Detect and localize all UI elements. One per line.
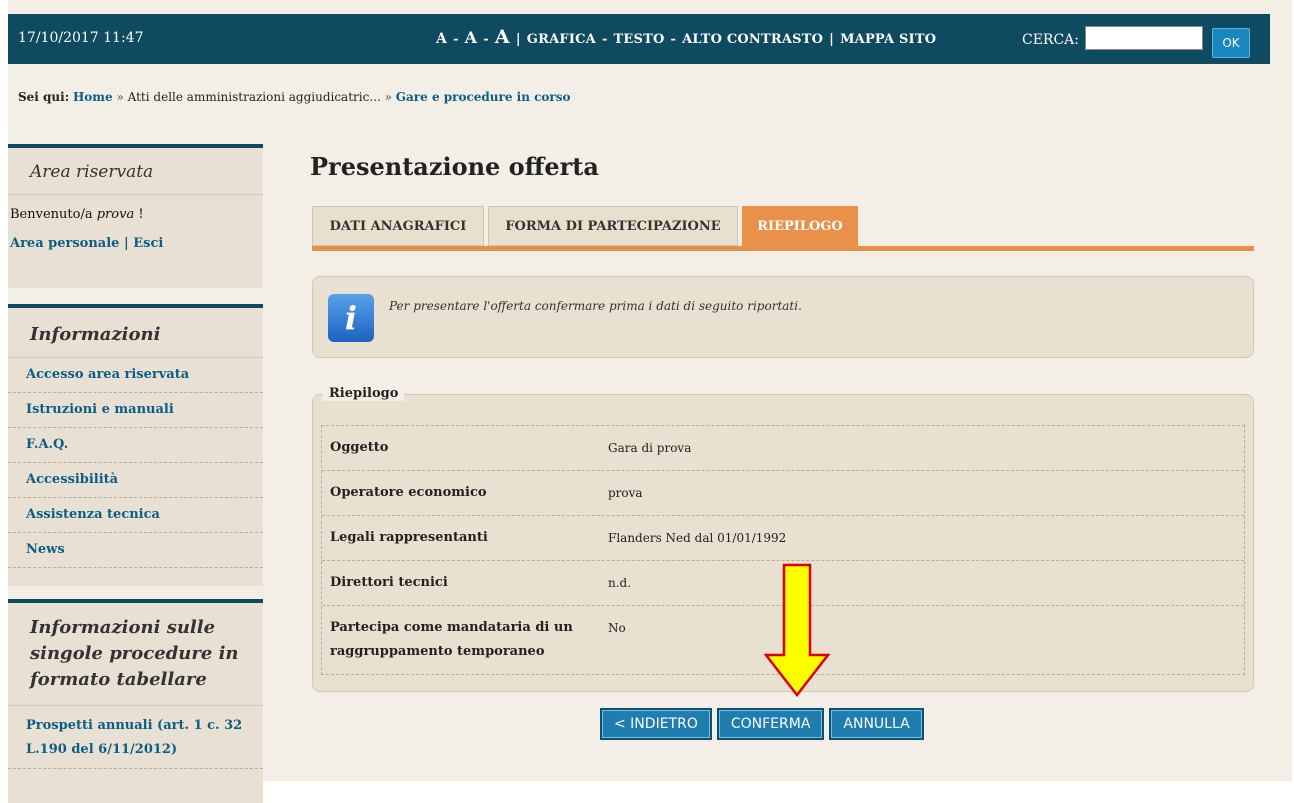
tab-underline bbox=[312, 246, 1254, 251]
sidebar-item-news[interactable]: News bbox=[8, 533, 263, 568]
row-label: Oggetto bbox=[330, 440, 389, 455]
breadcrumb-separator: » bbox=[116, 90, 124, 104]
separator: | bbox=[515, 32, 521, 47]
row-label: Operatore economico bbox=[330, 485, 487, 500]
alto-contrasto-link[interactable]: ALTO CONTRASTO bbox=[682, 32, 823, 47]
page-frame: 17/10/2017 11:47 A - A - A | GRAFICA - T… bbox=[8, 0, 1292, 803]
back-button[interactable]: < INDIETRO bbox=[600, 708, 712, 740]
welcome-prefix: Benvenuto/a bbox=[10, 207, 93, 222]
area-riservata-box: Area riservata Benvenuto/a prova ! Area … bbox=[8, 144, 263, 288]
table-row: Oggetto Gara di prova bbox=[322, 426, 1244, 471]
font-size-large-link[interactable]: A bbox=[495, 26, 510, 48]
sidebar-item-accesso[interactable]: Accesso area riservata bbox=[8, 358, 263, 393]
personal-links: Area personale | Esci bbox=[8, 222, 263, 251]
separator: - bbox=[483, 32, 489, 47]
separator: - bbox=[453, 32, 459, 47]
font-size-small-link[interactable]: A bbox=[436, 31, 447, 47]
row-value: n.d. bbox=[608, 576, 632, 590]
search-ok-button[interactable]: OK bbox=[1212, 28, 1250, 58]
confirm-button[interactable]: CONFERMA bbox=[716, 708, 825, 740]
action-buttons: < INDIETRO CONFERMA ANNULLA bbox=[600, 708, 924, 740]
singole-procedure-box: Informazioni sulle singole procedure in … bbox=[8, 599, 263, 803]
info-icon: i bbox=[328, 294, 374, 342]
cancel-button[interactable]: ANNULLA bbox=[829, 708, 924, 740]
separator: - bbox=[601, 32, 608, 47]
tab-dati-anagrafici[interactable]: DATI ANAGRAFICI bbox=[312, 206, 484, 246]
mappa-sito-link[interactable]: MAPPA SITO bbox=[840, 32, 936, 47]
font-size-medium-link[interactable]: A bbox=[465, 28, 478, 47]
arrow-shape bbox=[764, 563, 830, 697]
tab-riepilogo[interactable]: RIEPILOGO bbox=[742, 206, 858, 246]
row-label: Partecipa come mandataria di un raggrupp… bbox=[330, 620, 573, 659]
row-value: prova bbox=[608, 486, 643, 500]
breadcrumb-prefix: Sei qui: bbox=[18, 90, 70, 104]
breadcrumb: Sei qui: Home » Atti delle amministrazio… bbox=[18, 90, 571, 104]
informazioni-title: Informazioni bbox=[8, 308, 263, 358]
sidebar-item-assistenza[interactable]: Assistenza tecnica bbox=[8, 498, 263, 533]
search-label: CERCA: bbox=[1022, 32, 1080, 48]
info-text: Per presentare l'offerta confermare prim… bbox=[389, 299, 802, 313]
row-value: Flanders Ned dal 01/01/1992 bbox=[608, 531, 787, 545]
arrow-down-icon bbox=[764, 563, 830, 697]
esci-link[interactable]: Esci bbox=[133, 236, 163, 251]
welcome-message: Benvenuto/a prova ! bbox=[8, 195, 263, 222]
sidebar-item-faq[interactable]: F.A.Q. bbox=[8, 428, 263, 463]
row-label: Direttori tecnici bbox=[330, 575, 448, 590]
row-value: No bbox=[608, 621, 626, 635]
date-time: 17/10/2017 11:47 bbox=[18, 30, 144, 46]
page-title: Presentazione offerta bbox=[310, 152, 599, 181]
summary-legend: Riepilogo bbox=[323, 386, 405, 401]
welcome-suffix: ! bbox=[138, 207, 144, 222]
table-row: Legali rappresentanti Flanders Ned dal 0… bbox=[322, 516, 1244, 561]
tab-forma-partecipazione[interactable]: FORMA DI PARTECIPAZIONE bbox=[488, 206, 738, 246]
sidebar-item-istruzioni[interactable]: Istruzioni e manuali bbox=[8, 393, 263, 428]
info-message: i Per presentare l'offerta confermare pr… bbox=[312, 276, 1254, 358]
area-riservata-title: Area riservata bbox=[8, 148, 263, 195]
separator: - bbox=[670, 32, 677, 47]
table-row: Operatore economico prova bbox=[322, 471, 1244, 516]
sidebar-item-accessibilita[interactable]: Accessibilità bbox=[8, 463, 263, 498]
wizard-tabs: DATI ANAGRAFICI FORMA DI PARTECIPAZIONE … bbox=[312, 206, 1254, 252]
testo-link[interactable]: TESTO bbox=[614, 32, 665, 47]
informazioni-box: Informazioni Accesso area riservata Istr… bbox=[8, 304, 263, 586]
row-label: Legali rappresentanti bbox=[330, 530, 488, 545]
area-personale-link[interactable]: Area personale bbox=[10, 236, 119, 251]
sidebar-item-prospetti[interactable]: Prospetti annuali (art. 1 c. 32 L.190 de… bbox=[8, 706, 263, 769]
separator: | bbox=[123, 236, 129, 251]
username: prova bbox=[96, 207, 135, 222]
search-input[interactable] bbox=[1085, 26, 1203, 50]
accessibility-bar: A - A - A | GRAFICA - TESTO - ALTO CONTR… bbox=[436, 26, 936, 48]
separator: | bbox=[829, 32, 835, 47]
breadcrumb-current-link[interactable]: Gare e procedure in corso bbox=[396, 90, 571, 104]
breadcrumb-home-link[interactable]: Home bbox=[73, 90, 113, 104]
grafica-link[interactable]: GRAFICA bbox=[527, 32, 596, 47]
row-value: Gara di prova bbox=[608, 441, 692, 455]
singole-procedure-title: Informazioni sulle singole procedure in … bbox=[8, 603, 263, 706]
top-bar: 17/10/2017 11:47 A - A - A | GRAFICA - T… bbox=[8, 14, 1270, 64]
breadcrumb-separator: » bbox=[384, 90, 392, 104]
breadcrumb-middle: Atti delle amministrazioni aggiudicatric… bbox=[127, 90, 381, 104]
